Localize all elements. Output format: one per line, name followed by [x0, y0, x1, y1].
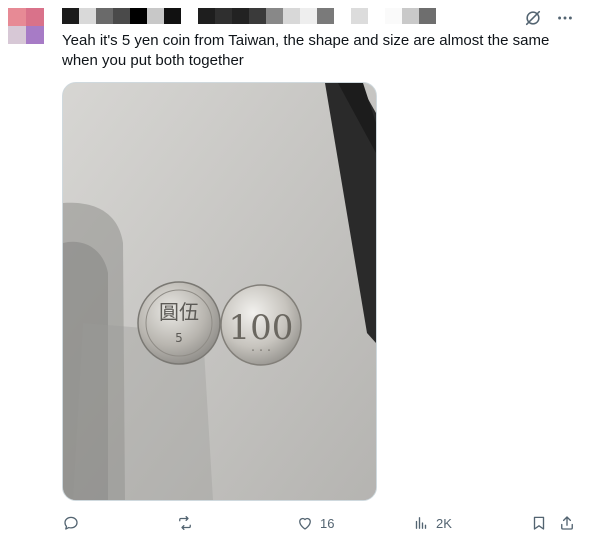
- taiwan-5-coin: 圓伍 5: [137, 281, 221, 365]
- like-count: 16: [320, 515, 335, 531]
- avatar[interactable]: [8, 8, 44, 44]
- heart-icon: [299, 517, 311, 530]
- reply-button[interactable]: [62, 512, 86, 534]
- post-actions: 16 2K: [62, 512, 578, 534]
- coin-100-value: 100: [229, 308, 294, 348]
- svg-text:・・・: ・・・: [249, 346, 273, 355]
- post: Yeah it's 5 yen coin from Taiwan, the sh…: [0, 0, 589, 542]
- post-media[interactable]: 圓伍 5 100 ・・・: [62, 82, 377, 501]
- share-button[interactable]: [558, 512, 576, 534]
- share-icon: [561, 516, 573, 530]
- coin-5-value: 5: [175, 331, 183, 345]
- more-options-icon[interactable]: [555, 8, 575, 28]
- views-button[interactable]: 2K: [412, 512, 452, 534]
- post-text: Yeah it's 5 yen coin from Taiwan, the sh…: [62, 32, 550, 69]
- bookmark-button[interactable]: [530, 512, 548, 534]
- like-button[interactable]: 16: [296, 512, 334, 534]
- redacted-user-name[interactable]: [62, 8, 436, 24]
- coin-chars: 圓伍: [159, 300, 199, 324]
- views-count: 2K: [436, 515, 452, 531]
- views-icon: [415, 517, 427, 529]
- repost-button[interactable]: [176, 512, 200, 534]
- grok-icon[interactable]: [523, 8, 543, 28]
- repost-icon: [179, 515, 191, 531]
- japan-100-coin: 100 ・・・: [220, 284, 302, 366]
- reply-icon: [64, 516, 78, 530]
- coins-photo: 圓伍 5 100 ・・・: [63, 83, 376, 500]
- bookmark-icon: [533, 516, 545, 530]
